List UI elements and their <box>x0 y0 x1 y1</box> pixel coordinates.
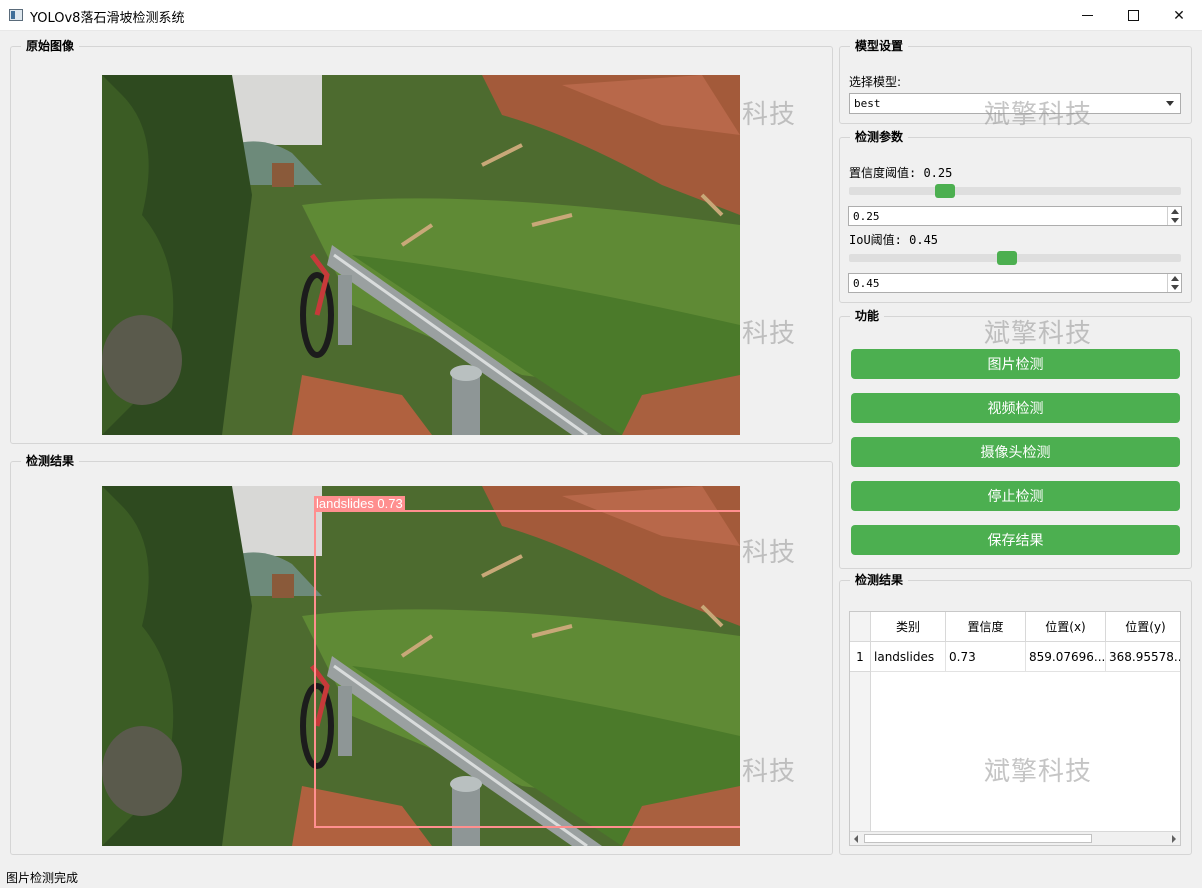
watermark: 科技 <box>742 100 797 130</box>
scroll-left-icon[interactable] <box>854 835 858 843</box>
watermark: 科技 <box>742 757 797 787</box>
table-cell-confidence[interactable]: 0.73 <box>946 642 1026 672</box>
camera-detect-button[interactable]: 摄像头检测 <box>851 437 1180 467</box>
stop-detect-button[interactable]: 停止检测 <box>851 481 1180 511</box>
close-button[interactable]: ✕ <box>1156 0 1202 31</box>
confidence-stepper[interactable] <box>1167 207 1181 225</box>
video-detect-button[interactable]: 视频检测 <box>851 393 1180 423</box>
save-results-button[interactable]: 保存结果 <box>851 525 1180 555</box>
arrow-down-icon[interactable] <box>1171 218 1179 223</box>
functions-title: 功能 <box>850 308 885 324</box>
original-image <box>102 75 740 435</box>
confidence-slider-handle[interactable] <box>935 184 955 198</box>
row-header[interactable]: 1 <box>850 642 871 672</box>
results-table[interactable]: 类别 置信度 位置(x) 位置(y) 1 landslides 0.73 859… <box>849 611 1181 846</box>
app-icon <box>9 9 23 21</box>
arrow-up-icon[interactable] <box>1171 209 1179 214</box>
confidence-value: 0.25 <box>853 210 880 223</box>
iou-stepper[interactable] <box>1167 274 1181 292</box>
maximize-icon <box>1127 10 1139 21</box>
detection-image: landslides 0.73 <box>102 486 740 846</box>
arrow-down-icon[interactable] <box>1171 285 1179 290</box>
window-title: YOLOv8落石滑坡检测系统 <box>30 11 185 26</box>
model-select-value: best <box>854 97 881 110</box>
confidence-slider[interactable] <box>849 187 1181 195</box>
scroll-right-icon[interactable] <box>1172 835 1176 843</box>
detection-image-title: 检测结果 <box>21 453 80 469</box>
watermark: 斌擎科技 <box>984 757 1093 787</box>
scrollbar-thumb[interactable] <box>864 834 1092 843</box>
iou-slider-handle[interactable] <box>997 251 1018 265</box>
results-title: 检测结果 <box>850 572 909 588</box>
image-detect-button[interactable]: 图片检测 <box>851 349 1180 379</box>
landslide-scene-original <box>102 75 740 435</box>
table-cell-position-y[interactable]: 368.95578... <box>1106 642 1180 672</box>
iou-label: IoU阈值: 0.45 <box>849 233 939 247</box>
watermark: 科技 <box>742 538 797 568</box>
minimize-icon <box>1081 15 1093 16</box>
column-header-position-x[interactable]: 位置(x) <box>1026 612 1106 642</box>
title-bar: YOLOv8落石滑坡检测系统 ✕ <box>0 0 1202 31</box>
watermark: 科技 <box>742 319 797 349</box>
iou-value: 0.45 <box>853 277 880 290</box>
original-image-title: 原始图像 <box>21 38 80 54</box>
minimize-button[interactable] <box>1064 0 1110 31</box>
arrow-up-icon[interactable] <box>1171 276 1179 281</box>
close-icon: ✕ <box>1173 7 1185 24</box>
maximize-button[interactable] <box>1110 0 1156 31</box>
watermark: 斌擎科技 <box>984 100 1093 130</box>
watermark: 斌擎科技 <box>984 319 1093 349</box>
model-settings-title: 模型设置 <box>850 38 909 54</box>
confidence-spinbox[interactable]: 0.25 <box>848 206 1182 226</box>
table-cell-class[interactable]: landslides <box>871 642 946 672</box>
column-header-confidence[interactable]: 置信度 <box>946 612 1026 642</box>
table-cell-position-x[interactable]: 859.07696... <box>1026 642 1106 672</box>
row-header-column <box>850 672 871 832</box>
model-select-label: 选择模型: <box>849 75 902 89</box>
detection-params-title: 检测参数 <box>850 129 909 145</box>
status-message: 图片检测完成 <box>6 871 79 885</box>
column-header-position-y[interactable]: 位置(y) <box>1106 612 1180 642</box>
horizontal-scrollbar[interactable] <box>850 831 1180 845</box>
chevron-down-icon <box>1166 101 1174 106</box>
iou-spinbox[interactable]: 0.45 <box>848 273 1182 293</box>
confidence-label: 置信度阈值: 0.25 <box>849 166 953 180</box>
table-corner[interactable] <box>850 612 871 642</box>
detection-bounding-box <box>314 510 740 828</box>
column-header-class[interactable]: 类别 <box>871 612 946 642</box>
detection-label: landslides 0.73 <box>314 496 405 512</box>
